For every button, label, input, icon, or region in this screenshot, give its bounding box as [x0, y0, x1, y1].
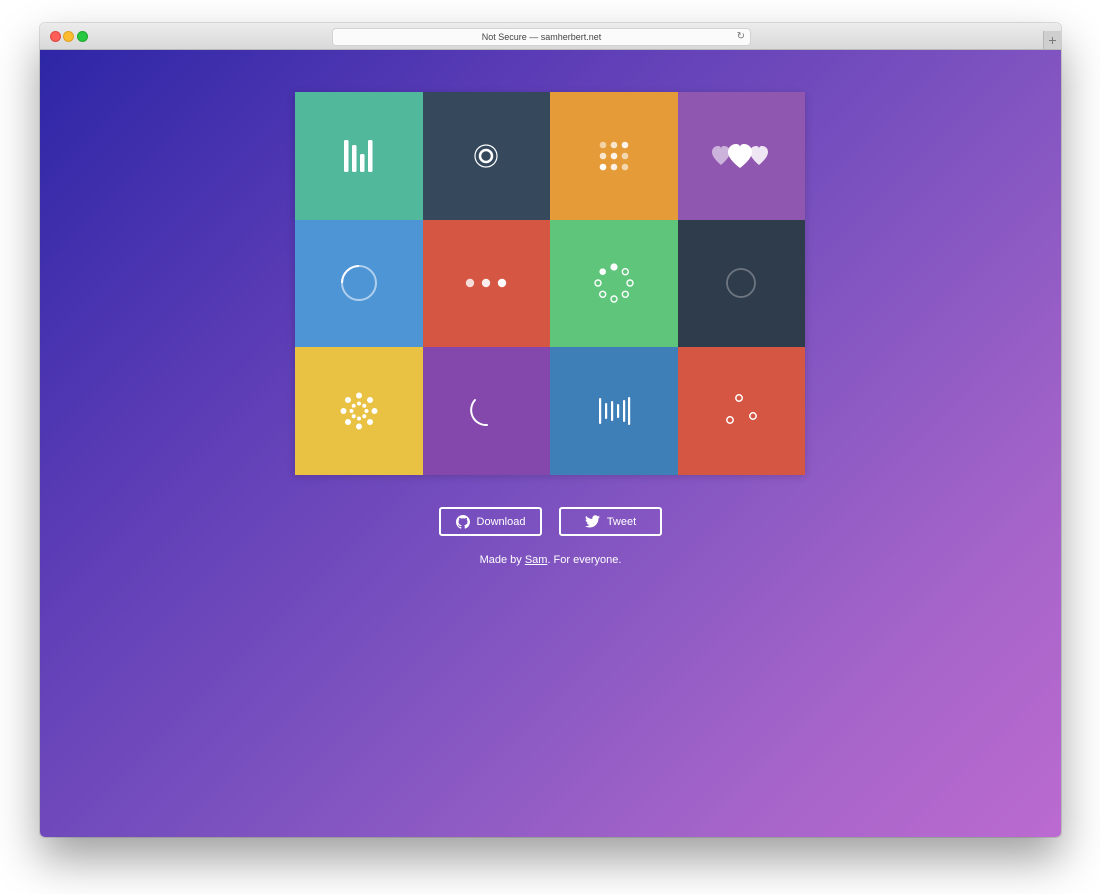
loader-tile-dot-grid[interactable]: [550, 92, 678, 220]
maximize-window-button[interactable]: [77, 31, 88, 42]
tweet-button[interactable]: Tweet: [559, 507, 662, 536]
loader-tile-circle-dots[interactable]: [550, 219, 678, 347]
loader-tile-faint-ring[interactable]: [677, 219, 805, 347]
concentric-circles-loader-icon: [474, 144, 498, 168]
loader-tile-ring[interactable]: [295, 219, 423, 347]
loader-tile-audio-bars[interactable]: [550, 347, 678, 475]
loader-grid: [295, 92, 805, 475]
new-tab-button[interactable]: +: [1043, 31, 1061, 49]
title-bar: Not Secure — samherbert.net ↻ +: [40, 23, 1061, 50]
address-text: Not Secure — samherbert.net: [481, 32, 602, 42]
arc-spinner-loader-icon: [470, 398, 489, 426]
loader-tile-concentric[interactable]: [422, 92, 550, 220]
three-dots-loader-icon: [466, 279, 507, 288]
author-link[interactable]: Sam: [525, 554, 548, 566]
action-buttons: Download Tweet: [40, 507, 1061, 536]
browser-window: Not Secure — samherbert.net ↻ + Download…: [40, 23, 1061, 837]
loader-tile-bars[interactable]: [295, 92, 423, 220]
circle-dots-loader-icon: [594, 263, 634, 303]
audio-bars-loader-icon: [598, 396, 630, 425]
footer-suffix: . For everyone.: [547, 554, 622, 566]
tweet-label: Tweet: [606, 515, 637, 528]
close-window-button[interactable]: [50, 31, 61, 42]
loader-tile-dot-burst[interactable]: [295, 347, 423, 475]
faint-ring-loader-icon: [726, 268, 757, 299]
address-bar[interactable]: Not Secure — samherbert.net ↻: [332, 28, 751, 46]
github-icon: [455, 514, 470, 529]
page-content: Download Tweet Made by Sam. For everyone…: [40, 50, 1061, 837]
orbit-dots-loader-icon: [726, 393, 758, 424]
dot-burst-loader-icon: [340, 392, 378, 430]
reload-icon[interactable]: ↻: [737, 29, 745, 45]
bars-loader-icon: [343, 139, 373, 172]
loader-tile-arc-spinner[interactable]: [422, 347, 550, 475]
minimize-window-button[interactable]: [63, 31, 74, 42]
hearts-loader-icon: [712, 143, 769, 168]
download-button[interactable]: Download: [439, 507, 542, 536]
footer-credit: Made by Sam. For everyone.: [40, 554, 1061, 566]
ring-loader-icon: [340, 265, 377, 302]
footer-prefix: Made by: [479, 554, 525, 566]
loader-tile-three-dots[interactable]: [422, 219, 550, 347]
dot-grid-loader-icon: [599, 141, 629, 171]
loader-tile-orbit-dots[interactable]: [677, 347, 805, 475]
download-label: Download: [476, 515, 526, 528]
twitter-icon: [584, 515, 600, 528]
loader-tile-hearts[interactable]: [677, 92, 805, 220]
